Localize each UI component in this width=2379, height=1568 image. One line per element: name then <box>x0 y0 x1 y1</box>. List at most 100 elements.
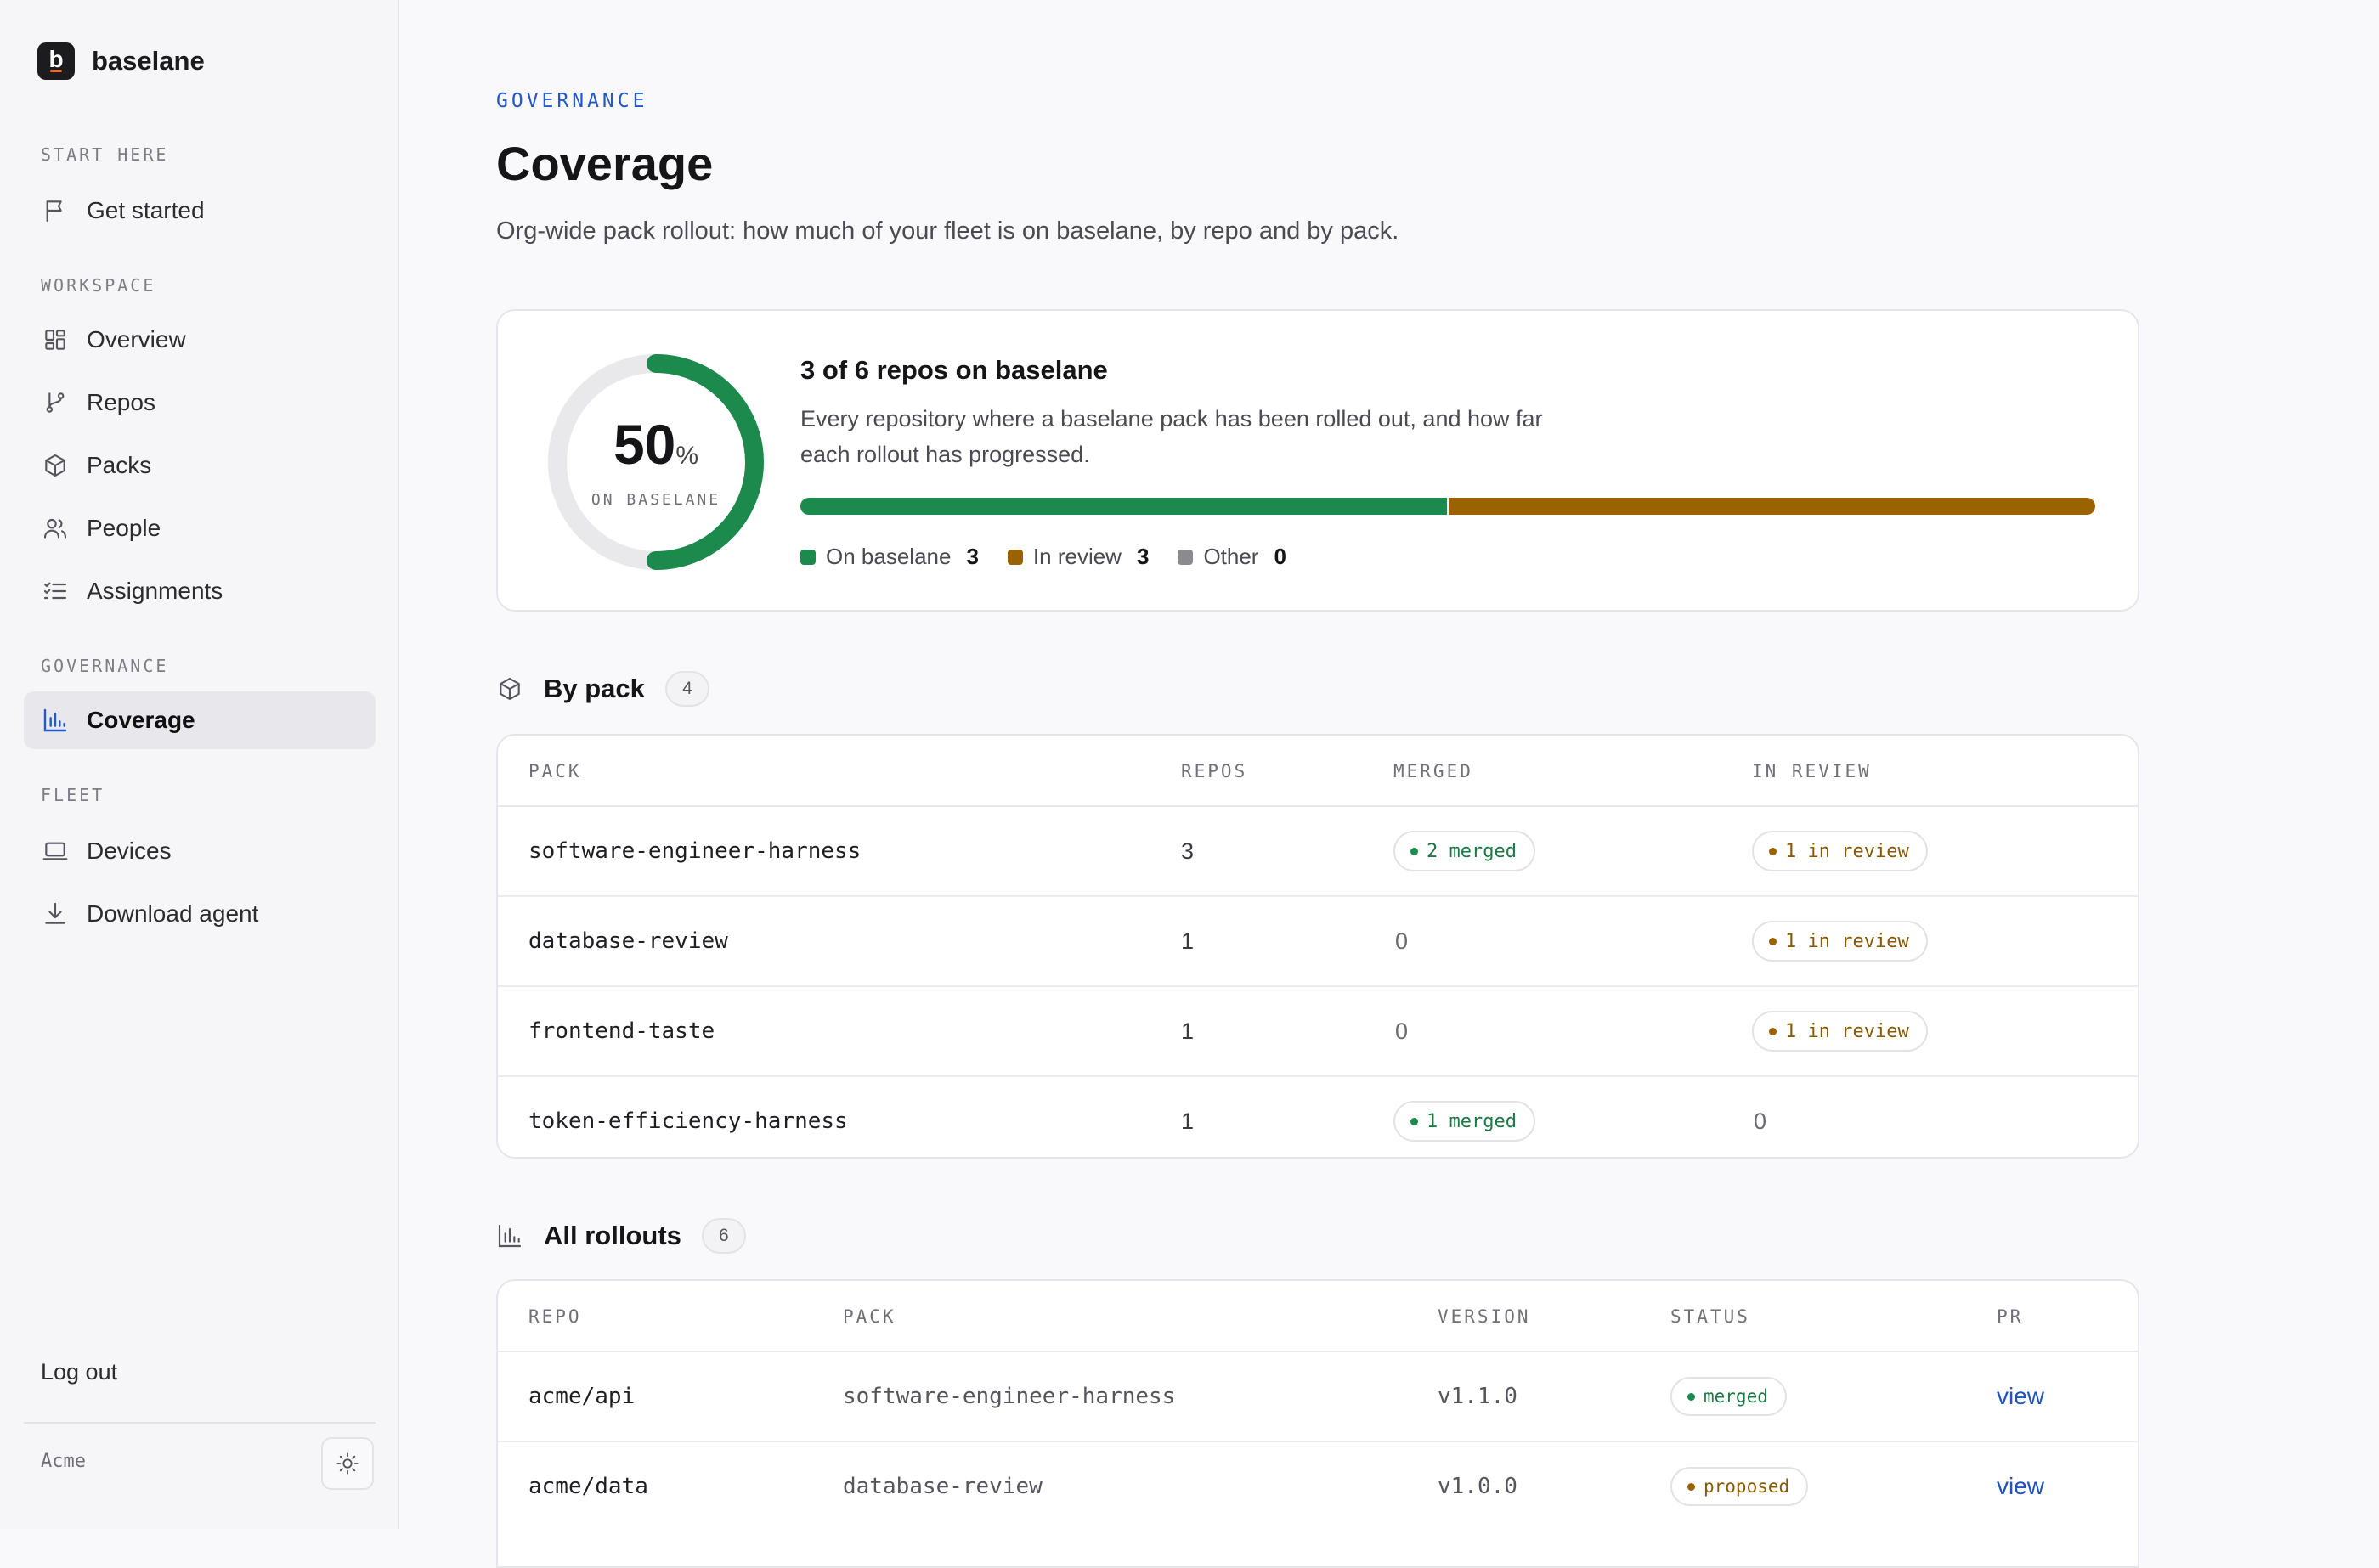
repos-count: 1 <box>1181 928 1195 954</box>
pr-view-link[interactable]: view <box>1997 1352 2044 1441</box>
status-cell: merged <box>1670 1352 1787 1441</box>
legend-swatch <box>1178 549 1194 565</box>
legend-count: 3 <box>966 544 979 569</box>
legend-count: 3 <box>1136 544 1150 569</box>
in-review-badge: 1 in review <box>1752 831 1928 871</box>
page-title: Coverage <box>496 137 714 190</box>
nav-section-fleet: FLEET <box>41 785 105 805</box>
pack-name: token-efficiency-harness <box>528 1108 848 1134</box>
users-icon <box>41 514 70 543</box>
laptop-icon <box>41 837 70 866</box>
column-header-pr[interactable]: PR <box>1997 1306 2023 1327</box>
legend-item-in-review: In review 3 <box>1007 544 1150 570</box>
sidebar-divider <box>24 1422 376 1424</box>
sidebar-item-label: Devices <box>87 838 172 864</box>
legend-swatch <box>800 549 816 565</box>
legend-label: On baselane <box>826 544 952 569</box>
repo-name: acme/data <box>528 1474 648 1499</box>
sidebar-item-label: Get started <box>87 197 205 223</box>
in-review-cell: 1 in review <box>1752 987 1928 1075</box>
download-icon <box>41 900 70 928</box>
repos-count: 1 <box>1181 1018 1195 1044</box>
sidebar-item-coverage[interactable]: Coverage <box>24 691 376 749</box>
sidebar-item-download-agent[interactable]: Download agent <box>24 885 376 943</box>
repos-count: 3 <box>1181 838 1195 864</box>
logout-link[interactable]: Log out <box>41 1359 117 1385</box>
column-header-status[interactable]: STATUS <box>1670 1306 1750 1327</box>
rollout-progress-bar <box>800 498 2095 515</box>
section-title: All rollouts <box>544 1221 681 1250</box>
page-description: Org-wide pack rollout: how much of your … <box>496 217 1399 245</box>
pack-name: frontend-taste <box>528 1018 715 1044</box>
main-content: GOVERNANCE Coverage Org-wide pack rollou… <box>399 0 2379 1568</box>
section-title: By pack <box>544 674 645 703</box>
sidebar-item-assignments[interactable]: Assignments <box>24 562 376 620</box>
bar-chart-icon <box>41 706 70 735</box>
status-cell: proposed <box>1670 1442 1809 1531</box>
column-header-repos[interactable]: REPOS <box>1181 761 1247 781</box>
merged-cell: 1 merged <box>1393 1077 1535 1165</box>
progress-segment-on-baselane <box>800 498 1447 515</box>
in-review-badge: 1 in review <box>1752 1011 1928 1052</box>
table-header: PACK REPOS MERGED IN REVIEW <box>498 736 2138 807</box>
in-review-badge: 1 in review <box>1752 921 1928 962</box>
summary-legend: On baselane 3 In review 3 Other 0 <box>800 544 1286 570</box>
app-root: b baselane START HERE Get started WORKSP… <box>0 0 2379 1568</box>
sidebar: b baselane START HERE Get started WORKSP… <box>0 0 399 1529</box>
status-badge: merged <box>1670 1377 1787 1416</box>
pack-name: database-review <box>528 928 728 954</box>
sidebar-item-label: Coverage <box>87 707 195 733</box>
merged-count: 0 <box>1395 1018 1409 1044</box>
column-header-repo[interactable]: REPO <box>528 1306 582 1327</box>
table-row[interactable]: acme/api software-engineer-harness v1.1.… <box>498 1352 2138 1442</box>
summary-title: 3 of 6 repos on baselane <box>800 355 1108 385</box>
table-row[interactable]: database-review 1 0 1 in review <box>498 897 2138 987</box>
count-badge: 4 <box>664 671 709 707</box>
status-badge-text: proposed <box>1704 1476 1790 1497</box>
in-review-cell: 1 in review <box>1752 807 1928 895</box>
merged-count: 0 <box>1395 928 1409 954</box>
bar-chart-icon <box>498 1224 522 1248</box>
theme-toggle-button[interactable] <box>321 1437 374 1490</box>
pr-view-link[interactable]: view <box>1997 1442 2044 1531</box>
sidebar-item-devices[interactable]: Devices <box>24 822 376 880</box>
status-badge-text: merged <box>1704 1386 1768 1407</box>
sun-icon <box>336 1452 359 1475</box>
sidebar-item-people[interactable]: People <box>24 499 376 557</box>
table-row[interactable]: frontend-taste 1 0 1 in review <box>498 987 2138 1077</box>
list-checks-icon <box>41 577 70 606</box>
by-pack-table: PACK REPOS MERGED IN REVIEW software-eng… <box>496 734 2139 1159</box>
column-header-pack[interactable]: PACK <box>528 761 582 781</box>
column-header-version[interactable]: VERSION <box>1438 1306 1531 1327</box>
sidebar-item-get-started[interactable]: Get started <box>24 182 376 240</box>
sidebar-item-packs[interactable]: Packs <box>24 437 376 494</box>
column-header-merged[interactable]: MERGED <box>1393 761 1473 781</box>
brand-logo: b <box>37 42 75 80</box>
pack-name: database-review <box>843 1474 1043 1499</box>
table-header: REPO PACK VERSION STATUS PR <box>498 1281 2138 1352</box>
count-badge: 6 <box>701 1218 746 1254</box>
donut-center: 50% ON BASELANE <box>545 352 766 572</box>
column-header-in-review[interactable]: IN REVIEW <box>1752 761 1872 781</box>
table-row[interactable]: acme/data database-review v1.0.0 propose… <box>498 1442 2138 1531</box>
brand[interactable]: b baselane <box>37 42 205 80</box>
table-row[interactable]: token-efficiency-harness 1 1 merged 0 <box>498 1077 2138 1165</box>
merged-badge-text: 1 merged <box>1427 1110 1517 1132</box>
in-review-badge-text: 1 in review <box>1785 1020 1909 1042</box>
sidebar-item-overview[interactable]: Overview <box>24 311 376 369</box>
sidebar-item-label: Overview <box>87 326 186 353</box>
pack-name: software-engineer-harness <box>528 838 862 864</box>
repo-name: acme/api <box>528 1384 636 1409</box>
table-row[interactable]: software-engineer-harness 3 2 merged 1 i… <box>498 807 2138 897</box>
column-header-pack[interactable]: PACK <box>843 1306 896 1327</box>
in-review-count: 0 <box>1754 1108 1767 1134</box>
brand-name: baselane <box>92 46 205 76</box>
in-review-badge-text: 1 in review <box>1785 840 1909 862</box>
coverage-percent-value: 50 <box>613 412 676 476</box>
legend-item-on-baselane: On baselane 3 <box>800 544 979 570</box>
merged-badge-text: 2 merged <box>1427 840 1517 862</box>
sidebar-item-repos[interactable]: Repos <box>24 374 376 431</box>
git-branch-icon <box>41 388 70 417</box>
all-rollouts-table: REPO PACK VERSION STATUS PR acme/api sof… <box>496 1279 2139 1568</box>
merged-cell: 2 merged <box>1393 807 1535 895</box>
